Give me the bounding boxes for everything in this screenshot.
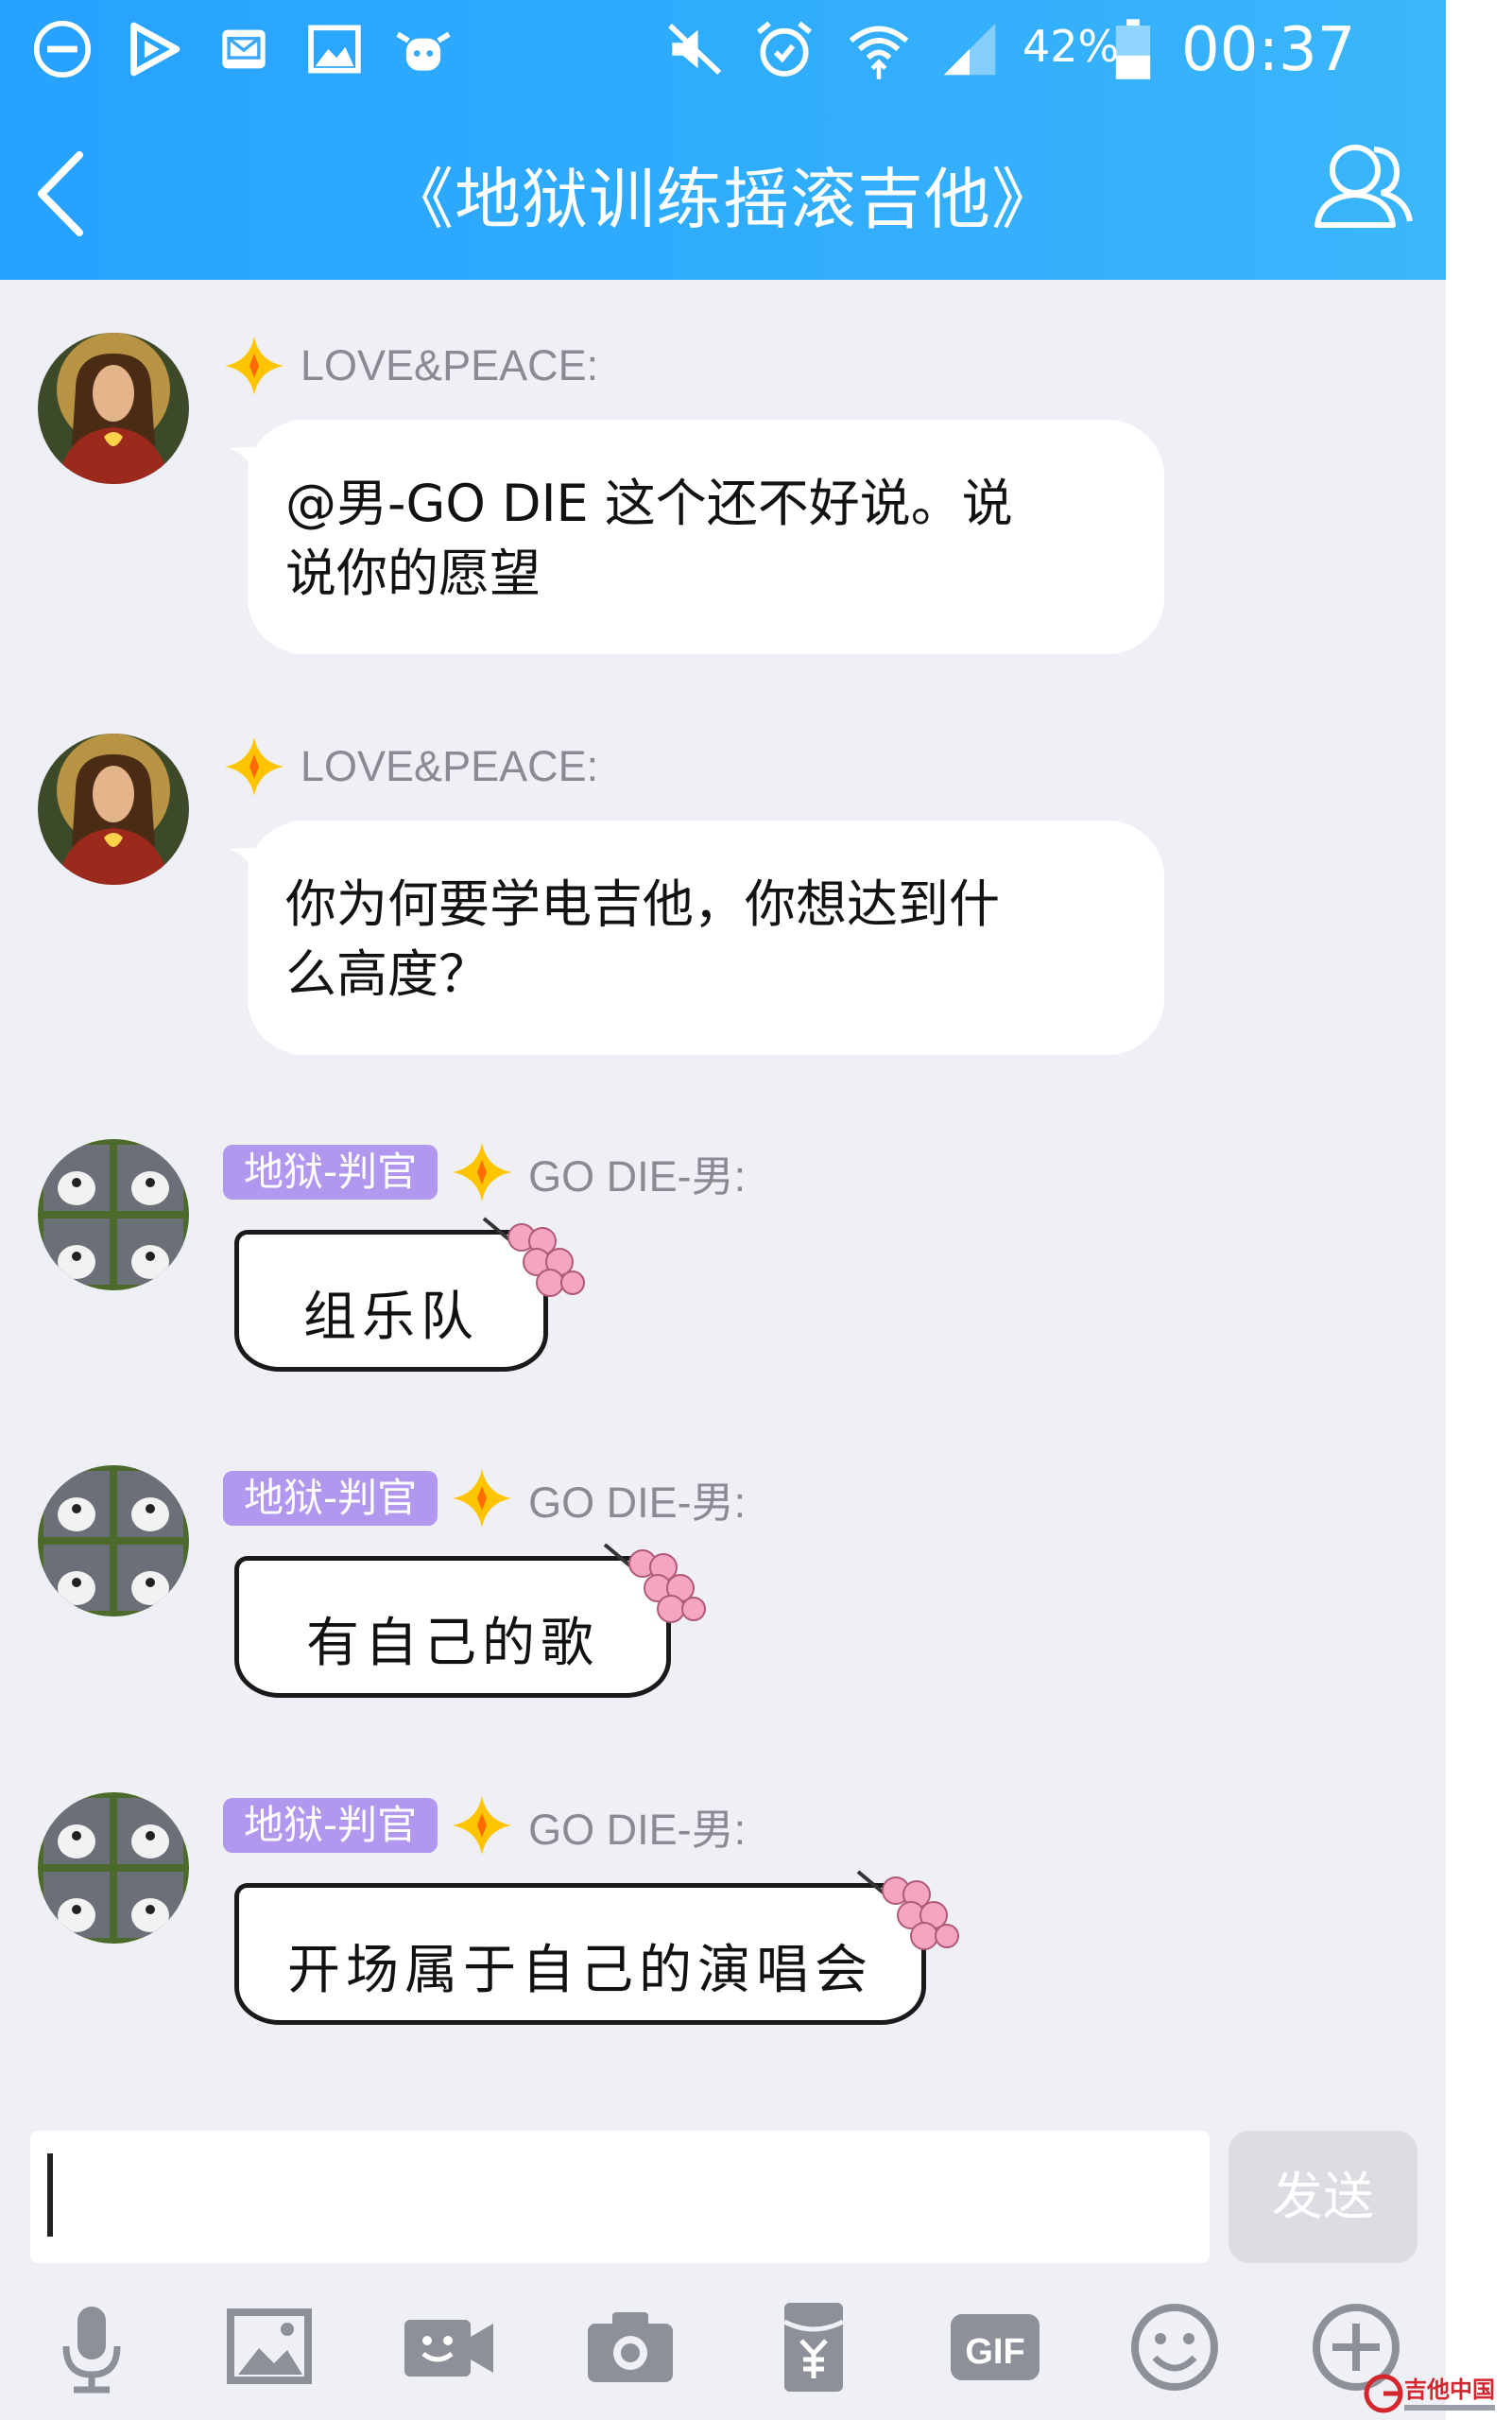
- microphone-icon[interactable]: [40, 2295, 144, 2399]
- wifi-icon: [847, 17, 911, 81]
- signal-icon: [937, 17, 1002, 81]
- clock: 00:37: [1181, 15, 1356, 85]
- nav-bar: 《地狱训练摇滚吉他》: [0, 113, 1446, 280]
- watermark-logo: 吉他中国: [1361, 2363, 1503, 2420]
- sender-name: LOVE&PEACE:: [301, 341, 599, 389]
- alarm-icon: [752, 17, 816, 81]
- members-icon: [1314, 145, 1413, 228]
- battery-percent: 42%: [1022, 21, 1120, 72]
- chat-title: 《地狱训练摇滚吉他》: [387, 161, 1058, 238]
- sender-name: GO DIE-男:: [528, 1805, 747, 1854]
- role-badge: 地狱-判官: [223, 1798, 438, 1853]
- message-text-line: 么高度？: [285, 944, 490, 1004]
- message-text-line: @男-GO DIE 这个还不好说。说: [285, 474, 1013, 533]
- flower-sticker-icon: [603, 1543, 706, 1623]
- star-icon: [225, 337, 284, 395]
- flower-sticker-icon: [856, 1870, 959, 1950]
- sender-row: 地狱-判官 GO DIE-男:: [223, 1792, 746, 1858]
- members-button[interactable]: [1312, 134, 1416, 238]
- flower-sticker-icon: [482, 1217, 585, 1297]
- message-text-line: 你为何要学电吉他，你想达到什: [285, 874, 1000, 934]
- avatar[interactable]: [38, 1139, 189, 1290]
- star-icon: [453, 1143, 512, 1201]
- text-cursor: [47, 2153, 53, 2237]
- role-badge: 地狱-判官: [223, 1145, 438, 1200]
- message-text: 开场属于自己的演唱会: [287, 1940, 873, 2001]
- sender-row: 地狱-判官 GO DIE-男:: [223, 1139, 746, 1205]
- sender-name: GO DIE-男:: [528, 1151, 747, 1201]
- message-bubble[interactable]: 你为何要学电吉他，你想达到什 么高度？: [248, 821, 1164, 1055]
- sender-row: 地狱-判官 GO DIE-男:: [223, 1465, 746, 1531]
- star-icon: [225, 737, 284, 796]
- star-icon: [453, 1469, 512, 1528]
- toolbar: GIF: [0, 2278, 1446, 2420]
- message-bubble[interactable]: @男-GO DIE 这个还不好说。说 说你的愿望: [248, 420, 1164, 654]
- chat-screen: 42% 00:37 《地狱训练摇滚吉他》 LOVE&PEACE: @男-GO D…: [0, 0, 1446, 2420]
- camera-icon[interactable]: [578, 2295, 682, 2399]
- message-text-line: 说你的愿望: [285, 544, 541, 603]
- header: 42% 00:37 《地狱训练摇滚吉他》: [0, 0, 1446, 280]
- sender-row: LOVE&PEACE:: [223, 333, 598, 399]
- mail-icon: [212, 17, 276, 81]
- star-icon: [453, 1796, 512, 1855]
- sender-name: GO DIE-男:: [528, 1478, 747, 1527]
- video-app-icon: [121, 17, 185, 81]
- emoji-icon[interactable]: [1123, 2295, 1227, 2399]
- right-margin: [1446, 0, 1512, 2420]
- message-bubble[interactable]: 开场属于自己的演唱会: [234, 1883, 926, 2025]
- image-icon[interactable]: [217, 2295, 321, 2399]
- battery-icon: [1109, 17, 1157, 81]
- dnd-icon: [30, 17, 94, 81]
- message-input[interactable]: [30, 2131, 1210, 2263]
- avatar[interactable]: [38, 1465, 189, 1616]
- red-packet-icon[interactable]: [762, 2295, 866, 2399]
- avatar[interactable]: [38, 333, 189, 484]
- sender-row: LOVE&PEACE:: [223, 734, 598, 800]
- gif-icon[interactable]: GIF: [943, 2295, 1047, 2399]
- svg-text:吉他中国: 吉他中国: [1404, 2377, 1495, 2403]
- gallery-icon: [302, 17, 367, 81]
- gif-label: GIF: [965, 2332, 1024, 2372]
- sender-name: LOVE&PEACE:: [301, 742, 599, 790]
- cow-app-icon: [391, 17, 455, 81]
- avatar[interactable]: [38, 1792, 189, 1944]
- video-call-icon[interactable]: [397, 2295, 501, 2399]
- mute-icon: [662, 17, 726, 81]
- role-badge: 地狱-判官: [223, 1471, 438, 1526]
- status-bar: 42% 00:37: [0, 0, 1446, 104]
- avatar[interactable]: [38, 734, 189, 885]
- send-button[interactable]: 发送: [1228, 2131, 1418, 2263]
- input-row: 发送: [0, 2108, 1446, 2269]
